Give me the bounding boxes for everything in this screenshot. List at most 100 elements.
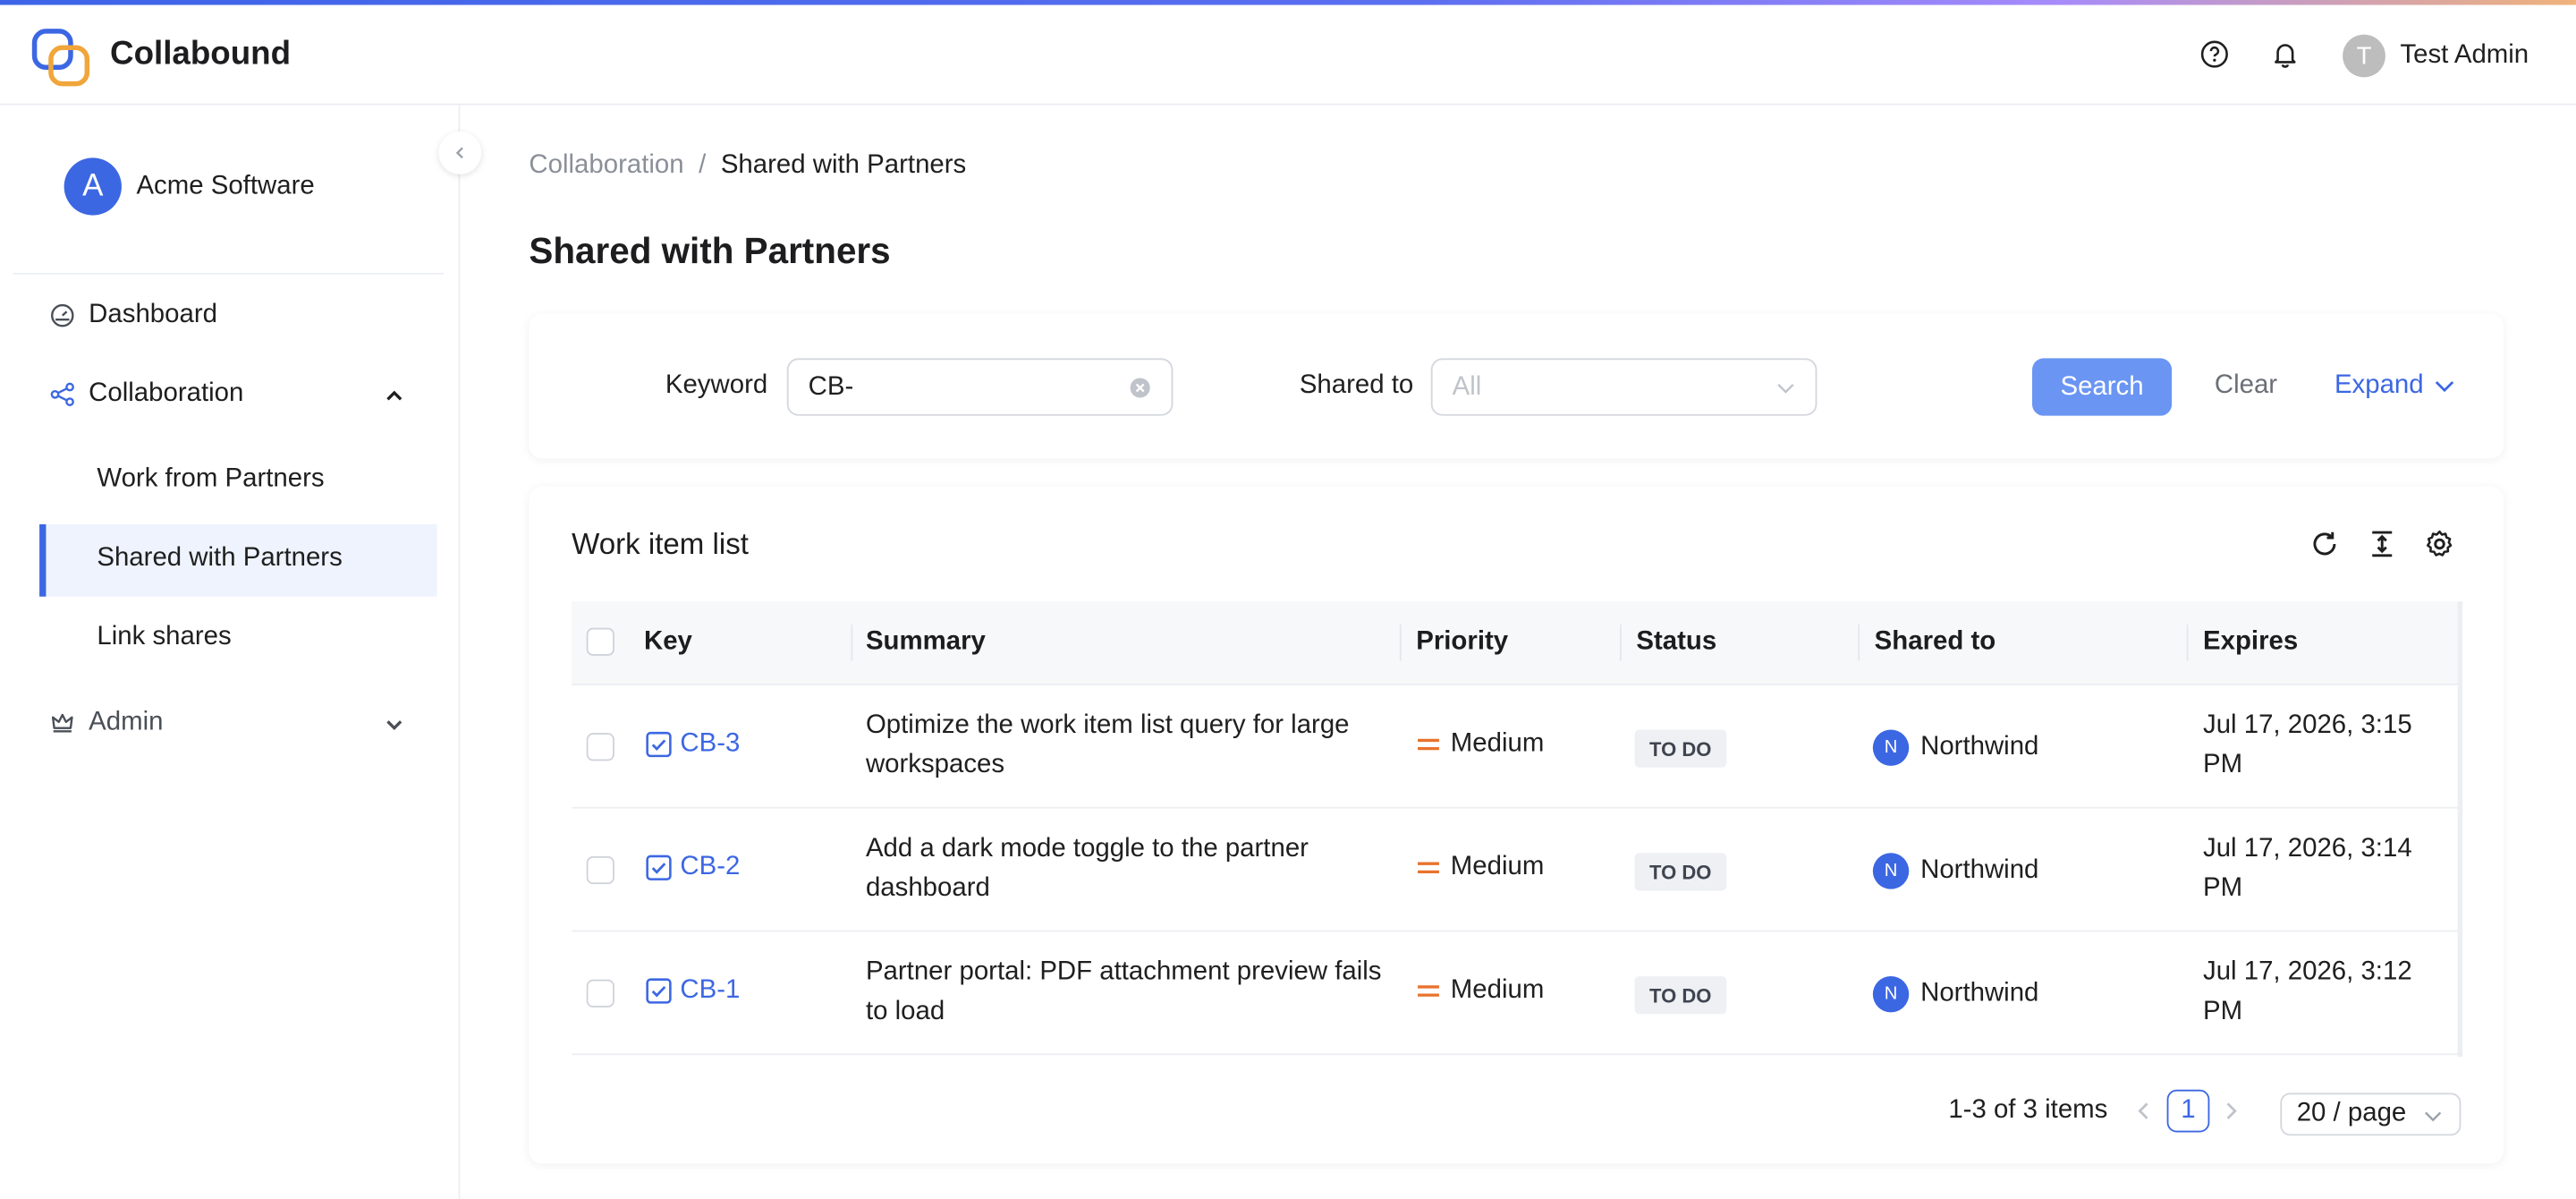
priority-cell: Medium: [1416, 853, 1544, 882]
refresh-icon[interactable]: [2309, 528, 2342, 561]
partner-avatar: N: [1872, 975, 1910, 1013]
column-header-key[interactable]: Key: [644, 628, 692, 658]
org-avatar: A: [64, 157, 122, 216]
chevron-down-icon: [2436, 381, 2454, 393]
status-badge: TO DO: [1634, 729, 1726, 768]
breadcrumb-current: Shared with Partners: [720, 150, 967, 180]
sidebar-item-admin[interactable]: Admin: [49, 709, 163, 738]
sidebar-item-shared-with-partners[interactable]: Shared with Partners: [97, 544, 342, 574]
priority-cell: Medium: [1416, 976, 1544, 1006]
clear-button[interactable]: Clear: [2215, 371, 2277, 401]
sidebar-collapse-button[interactable]: [438, 131, 482, 174]
column-separator: [2186, 624, 2189, 661]
chevron-left-icon: [455, 147, 463, 159]
sidebar-item-label: Dashboard: [89, 301, 217, 329]
keyword-value: CB-: [808, 372, 854, 402]
keyword-input[interactable]: CB-: [786, 358, 1174, 416]
work-item-summary: Partner portal: PDF attachment preview f…: [865, 957, 1382, 1026]
page-title: Shared with Partners: [529, 230, 891, 272]
shared-to-placeholder: All: [1452, 372, 1482, 402]
breadcrumb-separator: /: [699, 150, 707, 180]
shared-to-select[interactable]: All: [1430, 358, 1818, 416]
clear-input-icon[interactable]: [1129, 377, 1152, 400]
expand-label: Expand: [2334, 371, 2424, 400]
chevron-down-icon: [1777, 383, 1794, 394]
shared-to-label: Shared to: [1299, 371, 1414, 400]
work-item-summary: Add a dark mode toggle to the partner da…: [865, 835, 1309, 903]
work-item-summary: Optimize the work item list query for la…: [865, 711, 1350, 779]
priority-medium-icon: [1418, 985, 1439, 997]
column-separator: [1858, 624, 1860, 661]
search-button[interactable]: Search: [2031, 358, 2173, 416]
sidebar-divider: [13, 272, 444, 275]
priority-cell: Medium: [1416, 729, 1544, 759]
org-switcher[interactable]: A Acme Software: [64, 157, 315, 216]
shared-to-cell: N Northwind: [1872, 975, 2039, 1013]
priority-medium-icon: [1418, 738, 1439, 751]
share-nodes-icon: [50, 382, 74, 406]
bell-icon[interactable]: [2270, 39, 2300, 69]
work-item-key-link[interactable]: CB-3: [646, 729, 741, 759]
keyword-label: Keyword: [665, 371, 768, 400]
breadcrumb-parent[interactable]: Collaboration: [529, 151, 683, 181]
row-checkbox[interactable]: [586, 855, 614, 885]
list-title: Work item list: [572, 527, 749, 561]
sidebar-item-work-from-partners[interactable]: Work from Partners: [97, 465, 324, 495]
column-separator: [1619, 624, 1622, 661]
partner-name: Northwind: [1920, 979, 2039, 1008]
work-item-key: CB-1: [680, 975, 741, 1005]
column-height-icon[interactable]: [2366, 528, 2399, 561]
crown-icon: [51, 713, 73, 733]
column-separator: [1399, 624, 1402, 661]
column-header-shared-to[interactable]: Shared to: [1875, 628, 1996, 658]
sidebar-item-label: Admin: [89, 708, 164, 736]
page-size-value: 20 / page: [2296, 1099, 2407, 1127]
task-checkbox-icon: [646, 978, 672, 1004]
row-checkbox[interactable]: [586, 979, 614, 1008]
help-circle-icon[interactable]: [2199, 39, 2229, 69]
work-item-key: CB-2: [680, 853, 741, 881]
work-item-key: CB-3: [680, 729, 741, 758]
shared-to-cell: N Northwind: [1872, 729, 2038, 766]
column-separator: [851, 624, 853, 661]
settings-gear-icon[interactable]: [2423, 528, 2456, 561]
sidebar-item-collaboration[interactable]: Collaboration: [49, 379, 243, 409]
header: Collabound T Test Admin: [0, 5, 2576, 106]
expand-button[interactable]: Expand: [2334, 371, 2456, 401]
chevron-right-icon[interactable]: [2218, 1098, 2244, 1124]
row-checkbox[interactable]: [586, 733, 614, 761]
status-badge: TO DO: [1634, 853, 1726, 891]
expires-value: Jul 17, 2026, 3:14 PM: [2203, 835, 2412, 903]
breadcrumb: Collaboration / Shared with Partners: [529, 151, 966, 181]
task-checkbox-icon: [646, 731, 672, 758]
partner-avatar: N: [1872, 729, 1910, 766]
sidebar-active-indicator: [39, 523, 47, 597]
expires-value: Jul 17, 2026, 3:12 PM: [2203, 957, 2412, 1026]
column-header-summary[interactable]: Summary: [866, 628, 986, 658]
priority-medium-icon: [1418, 862, 1439, 874]
expires-value: Jul 17, 2026, 3:15 PM: [2203, 711, 2412, 779]
priority-label: Medium: [1450, 853, 1545, 881]
column-header-priority[interactable]: Priority: [1416, 628, 1508, 658]
chevron-down-icon[interactable]: [385, 717, 404, 733]
user-menu[interactable]: T Test Admin: [2343, 34, 2529, 78]
pagination-page-1[interactable]: 1: [2166, 1089, 2210, 1133]
work-item-key-link[interactable]: CB-1: [646, 975, 741, 1006]
task-checkbox-icon: [646, 855, 672, 880]
work-item-key-link[interactable]: CB-2: [646, 853, 741, 882]
chevron-up-icon[interactable]: [385, 387, 404, 404]
brand-name: Collabound: [110, 36, 292, 72]
partner-name: Northwind: [1920, 855, 2039, 885]
sidebar-item-link-shares[interactable]: Link shares: [97, 623, 231, 652]
chevron-left-icon[interactable]: [2131, 1098, 2157, 1124]
logo-icon: [31, 29, 90, 87]
page-size-select[interactable]: 20 / page: [2280, 1093, 2462, 1136]
partner-avatar: N: [1872, 853, 1910, 889]
sidebar-item-dashboard[interactable]: Dashboard: [49, 301, 217, 330]
status-badge: TO DO: [1634, 975, 1726, 1015]
column-header-expires[interactable]: Expires: [2203, 628, 2298, 658]
org-name: Acme Software: [136, 171, 315, 200]
column-header-status[interactable]: Status: [1636, 628, 1716, 658]
table-header: [572, 601, 2462, 685]
select-all-checkbox[interactable]: [586, 627, 614, 656]
